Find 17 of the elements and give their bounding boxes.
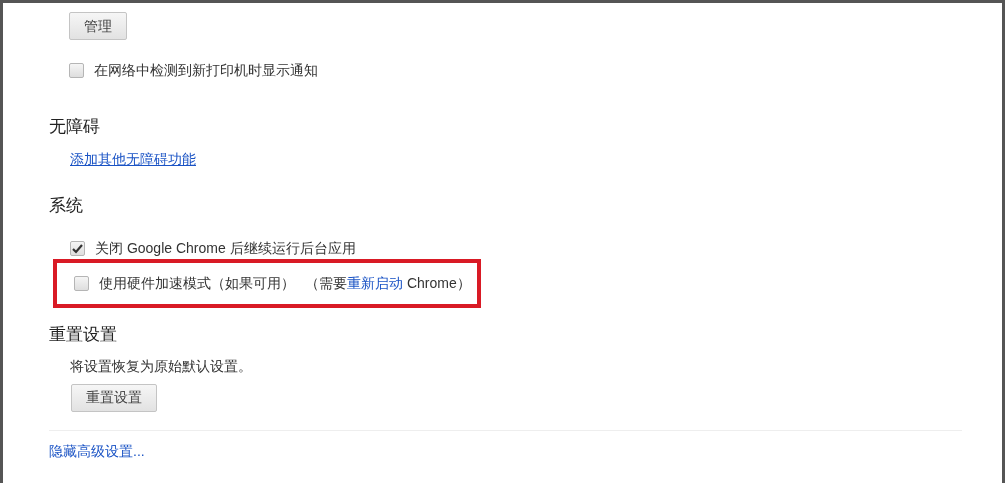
restart-note: （需要重新启动 Chrome） (305, 274, 471, 293)
reset-button[interactable]: 重置设置 (71, 383, 157, 412)
option-label: 关闭 Google Chrome 后继续运行后台应用 (95, 239, 356, 258)
checkbox[interactable] (69, 63, 84, 78)
checkbox[interactable] (74, 276, 89, 291)
reset-description: 将设置恢复为原始默认设置。 (70, 356, 253, 376)
option-label: 在网络中检测到新打印机时显示通知 (94, 61, 318, 80)
checkmark-icon (72, 243, 83, 254)
section-title: 无障碍 (49, 116, 101, 138)
restart-link[interactable]: 重新启动 (347, 275, 403, 291)
checkbox[interactable] (70, 241, 85, 256)
accessibility-link[interactable]: 添加其他无障碍功能 (70, 148, 196, 170)
option-label: 使用硬件加速模式（如果可用） (99, 274, 295, 293)
hide-advanced-link[interactable]: 隐藏高级设置... (49, 440, 145, 462)
section-title: 系统 (49, 194, 84, 217)
section-title: 重置设置 (49, 324, 118, 346)
manage-button[interactable]: 管理 (69, 12, 127, 40)
